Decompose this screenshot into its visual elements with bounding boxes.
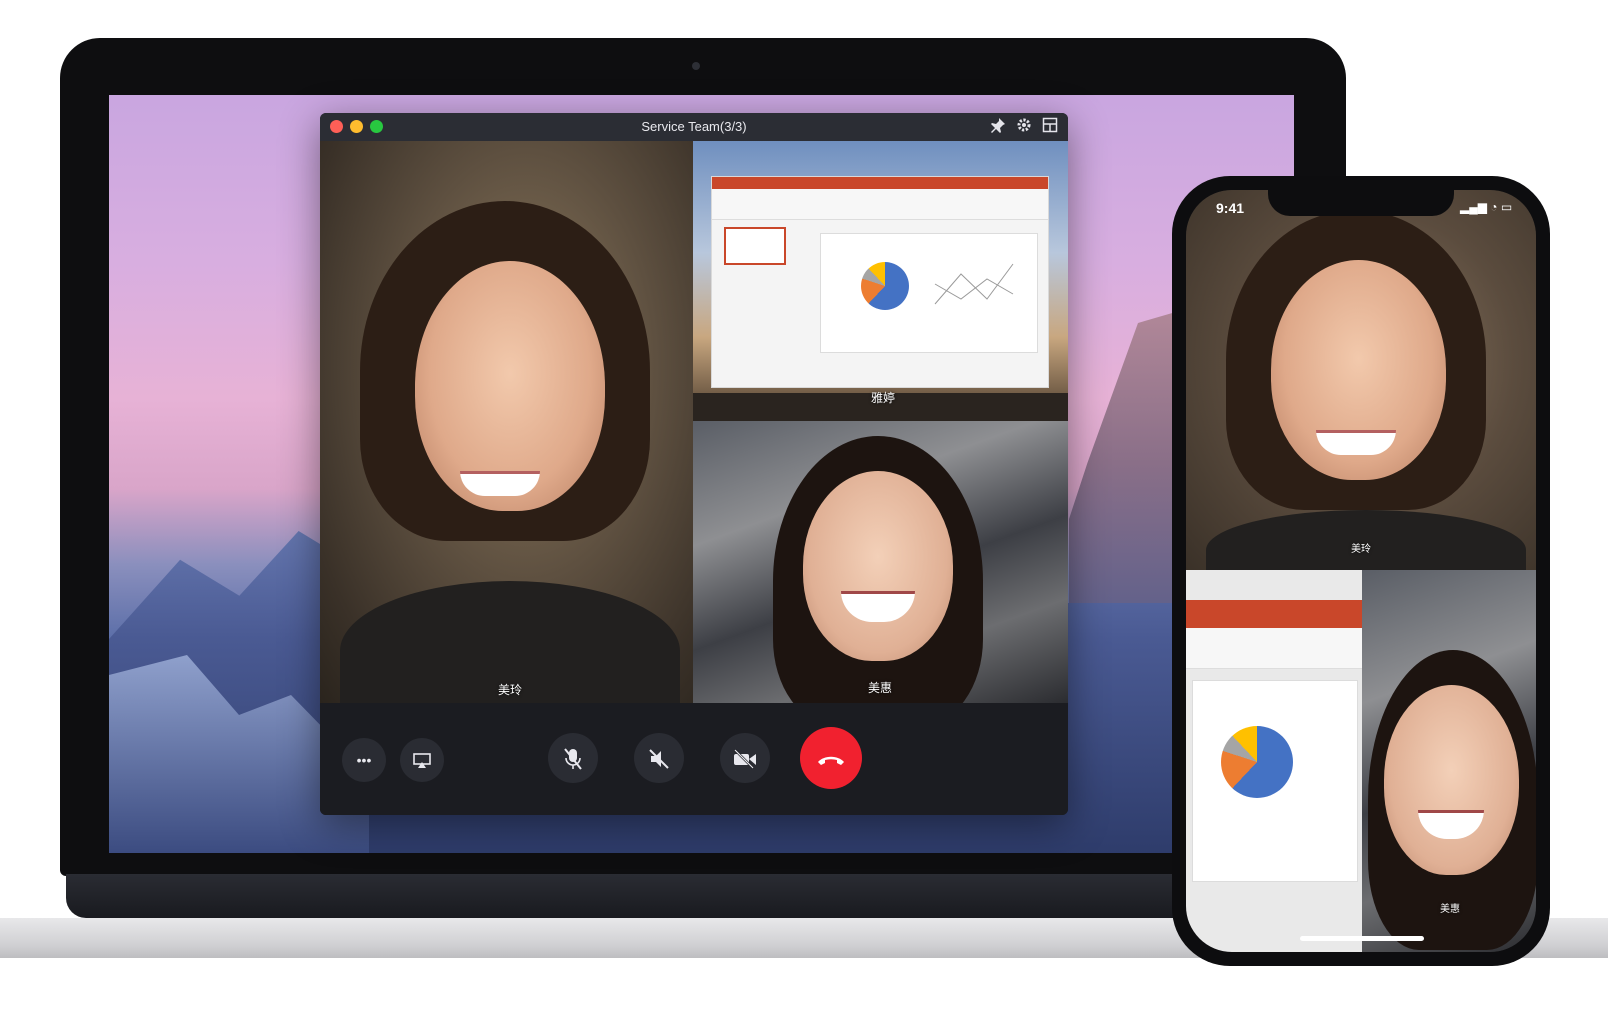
video-call-window: Service Team(3/3) 美玲 雅婷 美惠 ••• — [320, 113, 1068, 815]
participant-tile-bottom-right[interactable]: 美惠 — [693, 421, 1068, 703]
ppt-toolbar — [1186, 628, 1362, 669]
pin-icon[interactable] — [988, 117, 1008, 137]
participant-name: 雅婷 — [870, 391, 895, 405]
laptop-camera — [692, 62, 700, 70]
ppt-toolbar — [712, 189, 1048, 220]
mic-off-icon[interactable] — [548, 733, 598, 783]
gear-icon[interactable] — [1014, 117, 1034, 137]
phone-screen-share-tile[interactable] — [1186, 570, 1362, 952]
phone-status-icons: ▂▄▆ ◔ ▭ — [1460, 200, 1513, 214]
ppt-thumbnail — [724, 227, 786, 265]
participant-name: 美惠 — [867, 681, 892, 695]
ppt-ribbon — [1186, 600, 1362, 628]
shared-presentation-window — [711, 176, 1049, 388]
phone-notch — [1268, 186, 1454, 216]
participant-tile-main[interactable]: 美玲 — [320, 141, 693, 703]
ppt-slide — [820, 233, 1038, 353]
phone-screen: 美玲 美惠 — [1186, 190, 1536, 952]
participant-name: 美惠 — [1440, 904, 1460, 915]
ppt-ribbon — [712, 177, 1048, 189]
pie-chart — [1221, 726, 1293, 798]
laptop-hinge — [66, 874, 1340, 918]
phone-home-indicator[interactable] — [1300, 936, 1424, 941]
ppt-slide — [1192, 680, 1358, 882]
line-chart — [934, 263, 1014, 305]
phone-clock: 9:41 — [1216, 200, 1245, 216]
participant-smile — [1316, 430, 1396, 455]
call-controls-bar: ••• — [320, 703, 1068, 815]
participant-name: 美玲 — [497, 683, 522, 697]
speaker-off-icon[interactable] — [634, 733, 684, 783]
layout-icon[interactable] — [1040, 117, 1060, 137]
participant-name: 美玲 — [1351, 544, 1371, 555]
window-title: Service Team(3/3) — [641, 119, 747, 134]
participant-face — [1384, 685, 1519, 875]
phone-participant-tile-top[interactable]: 美玲 — [1186, 190, 1536, 590]
participant-smile — [460, 471, 540, 496]
screen-share-icon[interactable] — [400, 738, 444, 782]
end-call-icon[interactable] — [800, 727, 862, 789]
participant-tile-screen-share[interactable]: 雅婷 — [693, 141, 1068, 421]
pie-chart — [861, 262, 909, 310]
camera-off-icon[interactable] — [720, 733, 770, 783]
participant-face — [803, 471, 953, 661]
phone-participant-tile-bottom-right[interactable]: 美惠 — [1362, 570, 1536, 952]
more-icon[interactable]: ••• — [342, 738, 386, 782]
